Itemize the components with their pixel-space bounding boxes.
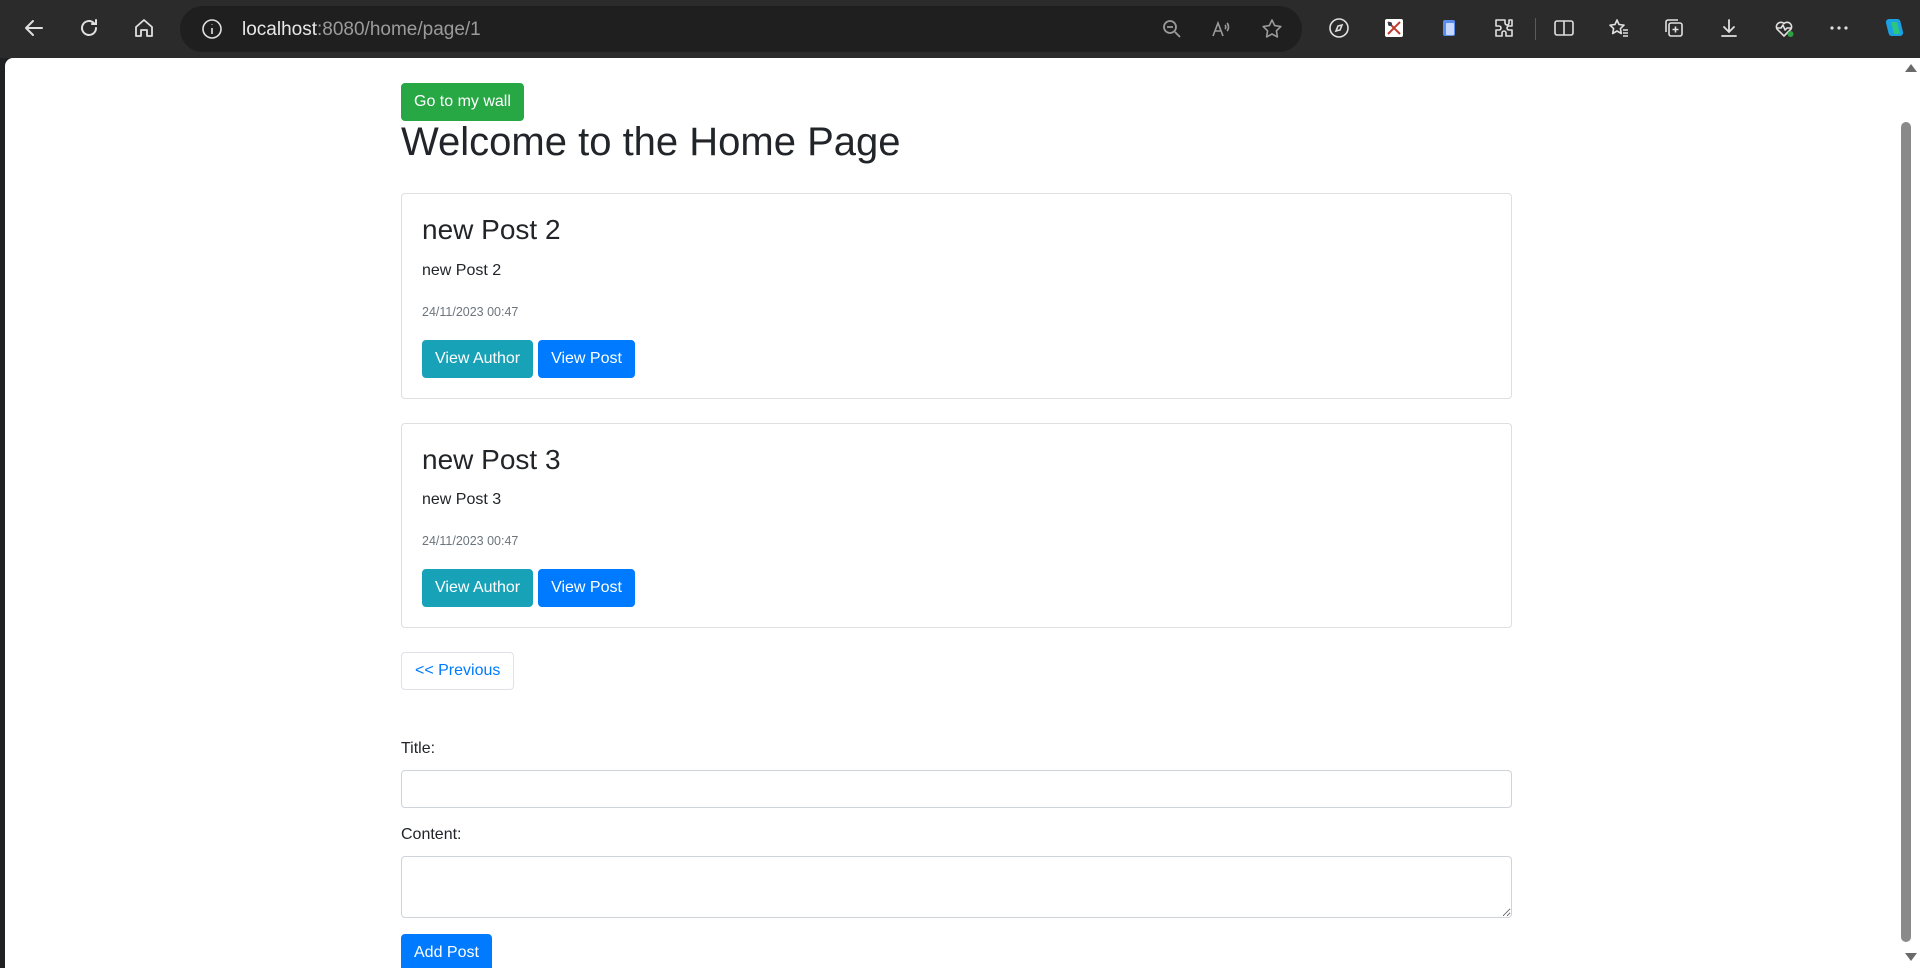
document-extension-icon[interactable] [1431,10,1467,46]
post-card: new Post 2 new Post 2 24/11/2023 00:47 V… [401,193,1512,399]
title-label: Title: [401,740,436,757]
browser-toolbar: localhost:8080/home/page/1 [0,0,1920,58]
view-author-button[interactable]: View Author [422,569,534,607]
view-post-button[interactable]: View Post [538,569,635,607]
post-content: new Post 2 [422,262,502,279]
url-text[interactable]: localhost:8080/home/page/1 [242,19,481,41]
more-options-icon[interactable] [1821,10,1857,46]
collections-icon[interactable] [1656,10,1692,46]
go-to-my-wall-button[interactable]: Go to my wall [401,83,524,121]
favorites-icon[interactable] [1601,10,1637,46]
toolbar-divider [1535,18,1536,40]
post-content: new Post 3 [422,491,502,508]
copilot-icon[interactable] [1876,10,1912,46]
favorite-star-icon[interactable] [1260,17,1284,41]
page-viewport: Go to my wall Welcome to the Home Page n… [5,58,1900,968]
content-label: Content: [401,826,462,843]
scroll-up-arrow-icon[interactable] [1905,64,1917,72]
compass-icon[interactable] [1321,10,1357,46]
post-title: new Post 2 [422,214,561,245]
post-date: 24/11/2023 00:47 [422,534,519,548]
address-bar[interactable]: localhost:8080/home/page/1 [180,6,1302,52]
view-post-button[interactable]: View Post [538,340,635,378]
browser-essentials-icon[interactable] [1766,10,1802,46]
tools-extension-icon[interactable] [1376,10,1412,46]
post-date: 24/11/2023 00:47 [422,305,519,319]
content-textarea[interactable] [401,856,1512,918]
extensions-icon[interactable] [1486,10,1522,46]
split-screen-icon[interactable] [1546,10,1582,46]
post-title: new Post 3 [422,444,561,475]
post-actions: View Author View Post [422,569,635,607]
scrollbar-thumb[interactable] [1901,122,1911,942]
view-author-button[interactable]: View Author [422,340,534,378]
post-actions: View Author View Post [422,340,635,378]
add-post-button[interactable]: Add Post [401,934,492,968]
post-card: new Post 3 new Post 3 24/11/2023 00:47 V… [401,423,1512,628]
back-icon[interactable] [16,10,52,46]
zoom-out-icon[interactable] [1160,17,1184,41]
reload-icon[interactable] [71,10,107,46]
downloads-icon[interactable] [1711,10,1747,46]
scroll-down-arrow-icon[interactable] [1905,953,1917,961]
home-icon[interactable] [126,10,162,46]
read-aloud-icon[interactable] [1209,17,1233,41]
site-info-icon[interactable] [200,17,224,41]
page-title: Welcome to the Home Page [401,120,901,164]
previous-page-link[interactable]: << Previous [401,652,515,690]
title-input[interactable] [401,770,1512,808]
